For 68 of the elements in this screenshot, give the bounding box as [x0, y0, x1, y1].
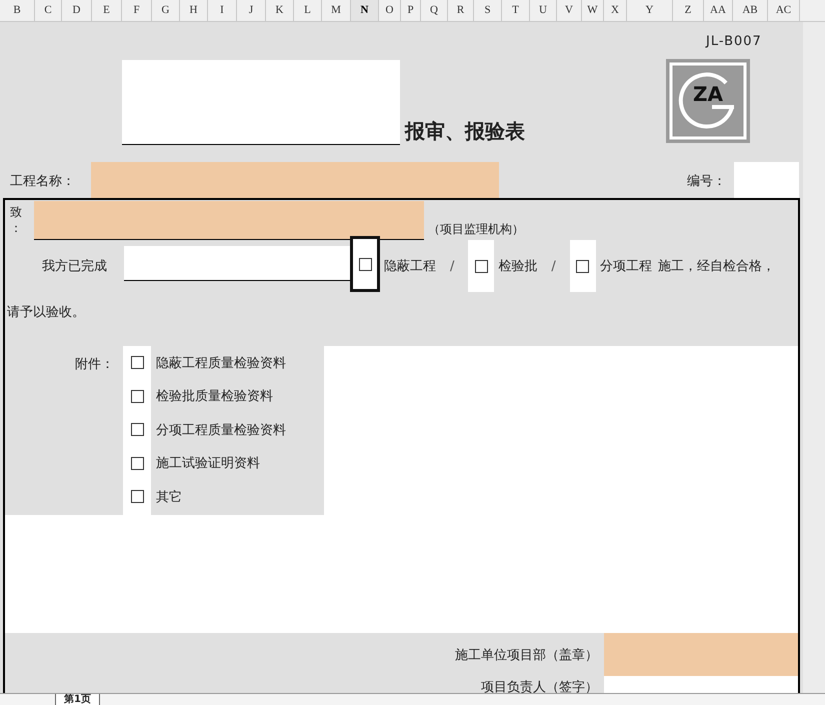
form-title: 报审、报验表 — [405, 118, 525, 145]
column-header[interactable]: T — [502, 0, 530, 21]
number-label: 编号： — [687, 173, 727, 190]
request-text: 请予以验收。 — [7, 304, 85, 321]
logo: ZA — [666, 59, 750, 143]
column-header[interactable]: D — [62, 0, 92, 21]
signature-label: 项目负责人（签字） — [480, 679, 598, 693]
work-type-label: 隐蔽工程 — [384, 258, 436, 275]
column-header[interactable]: B — [0, 0, 35, 21]
checkbox-cell[interactable] — [570, 240, 596, 292]
column-header[interactable]: X — [604, 0, 627, 21]
checkbox-cell[interactable] — [468, 240, 494, 292]
column-header[interactable]: R — [448, 0, 474, 21]
signature-label: 施工单位项目部（盖章） — [454, 646, 598, 664]
signature-field[interactable] — [604, 676, 798, 693]
column-header[interactable]: L — [294, 0, 322, 21]
project-name-field[interactable] — [91, 162, 499, 200]
column-header[interactable]: P — [401, 0, 421, 21]
completed-label: 我方已完成 — [42, 258, 108, 275]
column-header[interactable]: G — [152, 0, 180, 21]
column-header[interactable]: AA — [704, 0, 733, 21]
column-header[interactable]: N — [351, 0, 379, 21]
checkbox[interactable] — [358, 258, 372, 270]
column-header[interactable]: E — [92, 0, 122, 21]
signature-field[interactable] — [604, 633, 798, 676]
to-label: 致： — [10, 204, 22, 236]
supervision-org-field[interactable] — [34, 200, 424, 240]
column-header[interactable]: J — [237, 0, 266, 21]
column-header[interactable]: W — [582, 0, 604, 21]
column-header[interactable]: AB — [733, 0, 768, 21]
column-header[interactable]: F — [122, 0, 152, 21]
attachment-label: 其它 — [156, 488, 182, 506]
attachment-label: 隐蔽工程质量检验资料 — [156, 354, 286, 372]
checkbox[interactable] — [130, 423, 144, 436]
number-field[interactable] — [734, 162, 799, 200]
attachment-label: 施工试验证明资料 — [156, 455, 260, 472]
checkbox-cell[interactable] — [350, 236, 380, 292]
checkbox[interactable] — [130, 356, 144, 370]
column-header[interactable]: I — [208, 0, 237, 21]
checkbox[interactable] — [130, 456, 144, 470]
sentence-tail: 施工，经自检合格， — [658, 258, 775, 275]
attachments-label: 附件： — [75, 356, 115, 374]
sheet-tab[interactable]: 第1页 — [55, 694, 100, 705]
column-header[interactable]: K — [266, 0, 294, 21]
checkbox[interactable] — [576, 260, 590, 272]
column-header[interactable]: V — [557, 0, 582, 21]
column-header[interactable]: Z — [673, 0, 704, 21]
column-header[interactable]: H — [180, 0, 208, 21]
attachment-label: 检验批质量检验资料 — [156, 388, 273, 406]
work-type-label: 检验批 — [498, 258, 538, 275]
work-type-label: 分项工程 — [600, 258, 652, 275]
checkbox[interactable] — [130, 390, 144, 403]
column-header[interactable]: C — [35, 0, 62, 21]
separator: / — [551, 258, 556, 274]
column-header[interactable]: Y — [627, 0, 673, 21]
column-header[interactable]: AC — [768, 0, 800, 21]
checkbox[interactable] — [130, 490, 144, 504]
column-header[interactable]: S — [474, 0, 502, 21]
column-header[interactable]: Q — [421, 0, 448, 21]
project-name-label: 工程名称： — [10, 173, 76, 190]
form-code: JL-B007 — [706, 33, 763, 49]
column-header[interactable]: U — [530, 0, 557, 21]
checkbox[interactable] — [474, 260, 488, 272]
column-header[interactable]: O — [379, 0, 401, 21]
to-suffix: （项目监理机构） — [428, 220, 524, 238]
work-name-field[interactable] — [124, 246, 350, 280]
separator: / — [450, 258, 454, 274]
attachment-label: 分项工程质量检验资料 — [156, 422, 286, 439]
